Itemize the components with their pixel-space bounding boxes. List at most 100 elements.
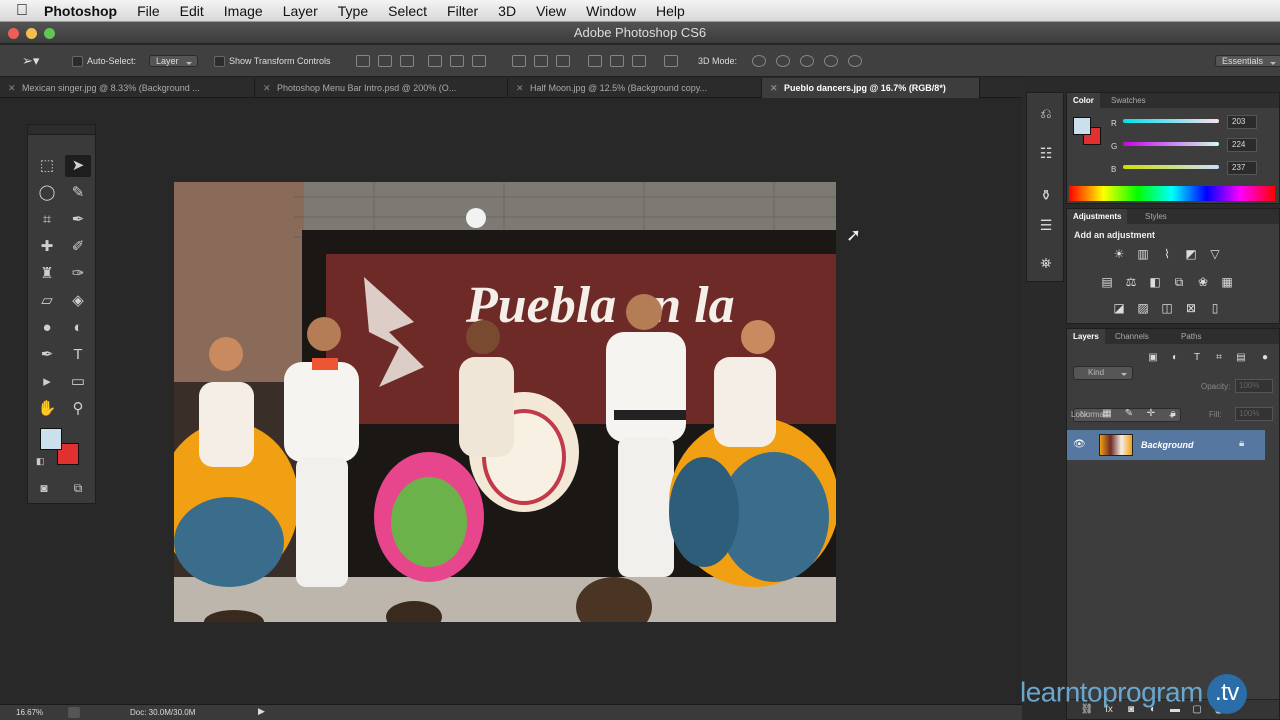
selective-color-icon[interactable]: ⊠ <box>1183 301 1199 315</box>
clone-stamp-tool-icon[interactable]: ♜ <box>34 263 60 285</box>
doc-tab-menu-bar-intro[interactable]: ✕ Photoshop Menu Bar Intro.psd @ 200% (O.… <box>255 78 508 98</box>
quick-selection-tool-icon[interactable]: ✎ <box>65 182 91 204</box>
distribute-right-icon[interactable] <box>632 55 646 67</box>
doc-tab-mexican-singer[interactable]: ✕ Mexican singer.jpg @ 8.33% (Background … <box>0 78 255 98</box>
3d-pan-icon[interactable] <box>800 55 814 67</box>
b-slider[interactable] <box>1123 165 1219 169</box>
status-menu-arrow-icon[interactable]: ▶ <box>258 706 265 717</box>
distribute-hcenter-icon[interactable] <box>610 55 624 67</box>
tab-channels[interactable]: Channels <box>1109 329 1155 344</box>
zoom-tool-icon[interactable]: ⚲ <box>65 398 91 420</box>
foreground-color-swatch[interactable] <box>40 428 62 450</box>
lock-image-icon[interactable]: ✎ <box>1121 407 1137 421</box>
menu-type[interactable]: Type <box>338 3 368 19</box>
brush-tool-icon[interactable]: ✐ <box>65 236 91 258</box>
screen-mode-icon[interactable]: ⧉ <box>65 477 91 499</box>
doc-tab-half-moon[interactable]: ✕ Half Moon.jpg @ 12.5% (Background copy.… <box>508 78 762 98</box>
3d-roll-icon[interactable] <box>776 55 790 67</box>
crop-tool-icon[interactable]: ⌗ <box>34 209 60 231</box>
zoom-level[interactable]: 16.67% <box>16 708 43 717</box>
layer-filter-kind-dropdown[interactable]: Kind <box>1073 366 1133 380</box>
filter-adjustment-icon[interactable]: ◐ <box>1167 351 1183 365</box>
align-hcenter-icon[interactable] <box>450 55 464 67</box>
levels-icon[interactable]: ▥ <box>1135 247 1151 261</box>
align-vcenter-icon[interactable] <box>378 55 392 67</box>
invert-icon[interactable]: ◪ <box>1111 301 1127 315</box>
opacity-input[interactable]: 100% <box>1235 379 1273 393</box>
gradient-map-icon[interactable]: ▯ <box>1207 301 1223 315</box>
move-tool-icon[interactable]: ➤ <box>65 155 91 177</box>
close-tab-icon[interactable]: ✕ <box>770 78 778 98</box>
3d-scale-icon[interactable] <box>848 55 862 67</box>
tab-adjustments[interactable]: Adjustments <box>1067 209 1128 224</box>
close-tab-icon[interactable]: ✕ <box>516 78 524 98</box>
hue-saturation-icon[interactable]: ▤ <box>1099 275 1115 289</box>
align-top-icon[interactable] <box>356 55 370 67</box>
quick-mask-icon[interactable]: ◙ <box>31 477 57 499</box>
fill-input[interactable]: 100% <box>1235 407 1273 421</box>
r-value-input[interactable]: 203 <box>1227 115 1257 129</box>
close-window-button[interactable] <box>8 28 19 39</box>
blur-tool-icon[interactable]: ● <box>34 317 60 339</box>
brightness-contrast-icon[interactable]: ☀ <box>1111 247 1127 261</box>
close-tab-icon[interactable]: ✕ <box>263 78 271 98</box>
paint-bucket-tool-icon[interactable]: ◈ <box>65 290 91 312</box>
dodge-tool-icon[interactable]: ◐ <box>65 317 91 339</box>
lasso-tool-icon[interactable]: ◯ <box>34 182 60 204</box>
pen-tool-icon[interactable]: ✒ <box>34 344 60 366</box>
menu-3d[interactable]: 3D <box>498 3 516 19</box>
type-tool-icon[interactable]: T <box>65 344 91 366</box>
color-panel-foreground-swatch[interactable] <box>1073 117 1091 135</box>
menu-help[interactable]: Help <box>656 3 685 19</box>
menu-file[interactable]: File <box>137 3 160 19</box>
menu-edit[interactable]: Edit <box>180 3 204 19</box>
doc-tab-pueblo-dancers[interactable]: ✕ Pueblo dancers.jpg @ 16.7% (RGB/8*) <box>762 78 980 98</box>
layer-visibility-eye-icon[interactable]: 👁︎ <box>1073 439 1086 450</box>
align-left-icon[interactable] <box>428 55 442 67</box>
menu-window[interactable]: Window <box>586 3 636 19</box>
distribute-vcenter-icon[interactable] <box>534 55 548 67</box>
tab-paths[interactable]: Paths <box>1175 329 1207 344</box>
menu-select[interactable]: Select <box>388 3 427 19</box>
tab-layers[interactable]: Layers <box>1067 329 1105 344</box>
channel-mixer-icon[interactable]: ❀ <box>1195 275 1211 289</box>
filter-pixel-icon[interactable]: ▣ <box>1145 351 1161 365</box>
filter-type-icon[interactable]: T <box>1189 351 1205 365</box>
align-bottom-icon[interactable] <box>400 55 414 67</box>
tools-panel-header[interactable] <box>28 125 95 135</box>
tab-styles[interactable]: Styles <box>1139 209 1173 224</box>
menu-view[interactable]: View <box>536 3 566 19</box>
b-value-input[interactable]: 237 <box>1227 161 1257 175</box>
marquee-tool-icon[interactable]: ⬚ <box>34 155 60 177</box>
layer-row-background[interactable]: 👁︎ Background 🔒︎ <box>1067 430 1265 460</box>
default-colors-icon[interactable]: ◧ <box>36 456 45 467</box>
hand-tool-icon[interactable]: ✋ <box>34 398 60 420</box>
filter-shape-icon[interactable]: ⌗ <box>1211 351 1227 365</box>
tab-swatches[interactable]: Swatches <box>1105 93 1152 108</box>
status-icon[interactable] <box>68 707 80 718</box>
auto-select-dropdown[interactable]: Layer <box>149 55 198 67</box>
layer-name[interactable]: Background <box>1141 440 1194 450</box>
distribute-bottom-icon[interactable] <box>556 55 570 67</box>
show-transform-checkbox[interactable]: Show Transform Controls <box>214 53 331 69</box>
workspace-dropdown[interactable]: Essentials <box>1215 55 1280 67</box>
close-tab-icon[interactable]: ✕ <box>8 78 16 98</box>
zoom-window-button[interactable] <box>44 28 55 39</box>
auto-align-icon[interactable] <box>664 55 678 67</box>
color-lookup-icon[interactable]: ▦ <box>1219 275 1235 289</box>
photo-filter-icon[interactable]: ⧉ <box>1171 275 1187 289</box>
lock-transparent-icon[interactable]: ▦ <box>1099 407 1115 421</box>
filter-toggle-icon[interactable]: ● <box>1257 351 1273 365</box>
distribute-left-icon[interactable] <box>588 55 602 67</box>
eyedropper-tool-icon[interactable]: ✒ <box>65 209 91 231</box>
move-tool-preset-icon[interactable]: ➢▾ <box>22 53 39 69</box>
history-panel-icon[interactable]: ⎌ <box>1033 101 1059 125</box>
g-value-input[interactable]: 224 <box>1227 138 1257 152</box>
brush-panel-icon[interactable]: ⚱ <box>1033 183 1059 207</box>
tab-color[interactable]: Color <box>1067 93 1100 108</box>
black-white-icon[interactable]: ◧ <box>1147 275 1163 289</box>
rectangle-tool-icon[interactable]: ▭ <box>65 371 91 393</box>
3d-rotate-icon[interactable] <box>752 55 766 67</box>
menu-filter[interactable]: Filter <box>447 3 478 19</box>
r-slider[interactable] <box>1123 119 1219 123</box>
